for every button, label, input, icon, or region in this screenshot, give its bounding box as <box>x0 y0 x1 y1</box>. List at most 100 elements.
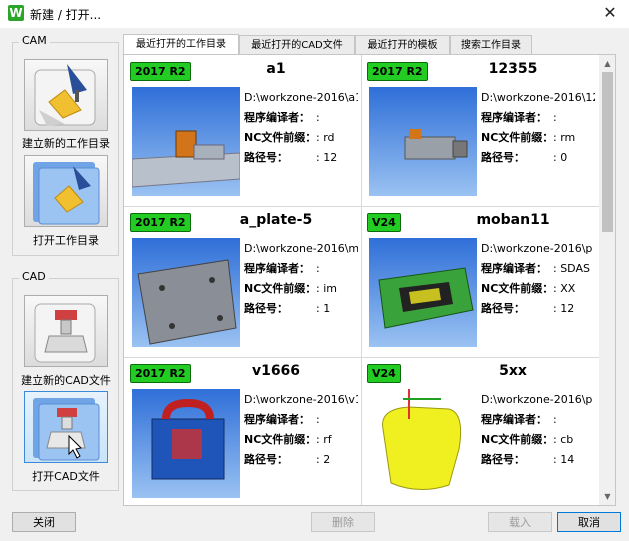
close-button[interactable]: 关闭 <box>12 512 76 532</box>
workdir-name: moban11 <box>476 212 550 228</box>
programmer-value: : <box>553 413 557 426</box>
path-no-label: 路径号： <box>481 302 525 315</box>
workdir-info: D:\workzone-2016\12 程序编译者：: NC文件前缀：: rm … <box>481 88 595 168</box>
title-bar: W 新建 / 打开... ✕ <box>0 0 629 28</box>
nc-prefix-label: NC文件前缀： <box>244 433 317 446</box>
tab-recent-template[interactable]: 最近打开的模板 <box>355 35 450 54</box>
model-thumbnail <box>132 389 240 498</box>
version-badge: 2017 R2 <box>130 213 191 232</box>
workdir-card[interactable]: 2017 R2 a1 D:\workzone-2016\a1 程序编译者：: N… <box>126 58 358 206</box>
new-cad-icon <box>34 303 96 363</box>
cam-group-label: CAM <box>19 34 50 47</box>
path-no-value: : 1 <box>316 302 331 315</box>
nc-prefix-label: NC文件前缀： <box>481 131 554 144</box>
model-preview-image <box>369 87 477 196</box>
nc-prefix-value: : rd <box>316 131 335 144</box>
model-thumbnail <box>132 87 240 196</box>
programmer-label: 程序编译者： <box>481 262 547 275</box>
programmer-value: : SDAS <box>553 262 590 275</box>
open-cad-button[interactable] <box>24 391 108 463</box>
path-no-label: 路径号： <box>244 302 288 315</box>
scroll-down-icon[interactable]: ▼ <box>599 488 615 505</box>
new-workdir-icon <box>34 64 96 126</box>
workdir-name: v1666 <box>251 363 301 379</box>
scroll-up-icon[interactable]: ▲ <box>599 55 615 72</box>
nc-prefix-value: : rm <box>553 131 576 144</box>
workdir-info: D:\workzone-2016\m 程序编译者：: NC文件前缀：: im 路… <box>244 239 358 319</box>
nc-prefix-value: : cb <box>553 433 574 446</box>
version-badge: 2017 R2 <box>367 62 428 81</box>
workdir-path: D:\workzone-2016\m <box>244 242 358 255</box>
new-workdir-button[interactable] <box>24 59 108 131</box>
path-no-value: : 2 <box>316 453 331 466</box>
workdir-path: D:\workzone-2016\a1 <box>244 91 358 104</box>
tab-recent-cad[interactable]: 最近打开的CAD文件 <box>239 35 355 54</box>
workdir-name: a1 <box>266 61 286 77</box>
open-workdir-icon <box>33 162 100 225</box>
vertical-scrollbar[interactable]: ▲ ▼ <box>599 55 615 505</box>
workdir-name: 12355 <box>488 61 538 77</box>
window-title: 新建 / 打开... <box>30 8 102 22</box>
open-cad-label: 打开CAD文件 <box>32 470 100 483</box>
open-workdir-button[interactable] <box>24 155 108 227</box>
new-workdir-label: 建立新的工作目录 <box>22 137 110 150</box>
model-preview-image <box>369 238 477 347</box>
grid-divider <box>361 55 362 505</box>
workdir-name: 5xx <box>499 363 527 379</box>
workdir-info: D:\workzone-2016\p 程序编译者： : SDAS NC文件前缀：:… <box>481 239 595 319</box>
model-thumbnail <box>369 238 477 347</box>
version-badge: V24 <box>367 364 401 383</box>
workdir-info: D:\workzone-2016\a1 程序编译者：: NC文件前缀：: rd … <box>244 88 358 168</box>
workdir-card[interactable]: V24 moban11 D:\workzone-2016\p 程序编译者： : S… <box>363 209 595 357</box>
workdir-card[interactable]: 2017 R2 v1666 D:\workzone-2016\v1 程序编译者：… <box>126 360 358 505</box>
workdir-path: D:\workzone-2016\p <box>481 393 593 406</box>
version-badge: 2017 R2 <box>130 364 191 383</box>
grid-divider <box>124 206 602 207</box>
workdir-path: D:\workzone-2016\v1 <box>244 393 358 406</box>
workdir-card[interactable]: 2017 R2 12355 D:\workzone-2016\12 程序编译者：… <box>363 58 595 206</box>
model-thumbnail <box>369 87 477 196</box>
new-cad-label: 建立新的CAD文件 <box>21 374 111 387</box>
tab-recent-workdir[interactable]: 最近打开的工作目录 <box>123 34 239 55</box>
path-no-value: : 12 <box>553 302 575 315</box>
workdir-info: D:\workzone-2016\p 程序编译者：: NC文件前缀：: cb 路… <box>481 390 595 470</box>
nc-prefix-label: NC文件前缀： <box>481 433 554 446</box>
programmer-value: : <box>316 111 320 124</box>
workdir-list-panel: 2017 R2 a1 D:\workzone-2016\a1 程序编译者：: N… <box>123 54 616 506</box>
nc-prefix-label: NC文件前缀： <box>481 282 554 295</box>
new-cad-button[interactable] <box>24 295 108 367</box>
cam-group: CAM 建立新的工作目录 打开工作目录 <box>12 34 119 256</box>
programmer-value: : <box>316 262 320 275</box>
programmer-label: 程序编译者： <box>244 262 310 275</box>
workdir-card[interactable]: V24 5xx D:\workzone-2016\p 程序编译者：: NC文件前… <box>363 360 595 505</box>
programmer-label: 程序编译者： <box>481 413 547 426</box>
path-no-label: 路径号： <box>244 453 288 466</box>
nc-prefix-value: : rf <box>316 433 332 446</box>
scroll-thumb[interactable] <box>602 72 613 232</box>
close-icon[interactable]: ✕ <box>599 2 621 24</box>
load-button[interactable]: 载入 <box>488 512 552 532</box>
version-badge: V24 <box>367 213 401 232</box>
open-cad-icon <box>33 398 100 461</box>
nc-prefix-value: : im <box>316 282 337 295</box>
delete-button[interactable]: 删除 <box>311 512 375 532</box>
workdir-name: a_plate-5 <box>239 212 313 228</box>
model-preview-image <box>132 87 240 196</box>
programmer-label: 程序编译者： <box>481 111 547 124</box>
nc-prefix-value: : XX <box>553 282 576 295</box>
model-preview-image <box>132 389 240 498</box>
app-logo-icon: W <box>8 5 24 21</box>
nc-prefix-label: NC文件前缀： <box>244 131 317 144</box>
cancel-button[interactable]: 取消 <box>557 512 621 532</box>
workdir-card[interactable]: 2017 R2 a_plate-5 D:\workzone-2016\m 程序编… <box>126 209 358 357</box>
cad-group: CAD 建立新的CAD文件 打开CAD文件 <box>12 270 119 491</box>
path-no-label: 路径号： <box>481 151 525 164</box>
programmer-label: 程序编译者： <box>244 111 310 124</box>
tab-search-workdir[interactable]: 搜索工作目录 <box>450 35 532 54</box>
programmer-value: : <box>553 111 557 124</box>
programmer-value: : <box>316 413 320 426</box>
workdir-info: D:\workzone-2016\v1 程序编译者：: NC文件前缀：: rf … <box>244 390 358 470</box>
workdir-path: D:\workzone-2016\p <box>481 242 593 255</box>
cad-group-label: CAD <box>19 270 49 283</box>
model-preview-image <box>369 389 477 498</box>
